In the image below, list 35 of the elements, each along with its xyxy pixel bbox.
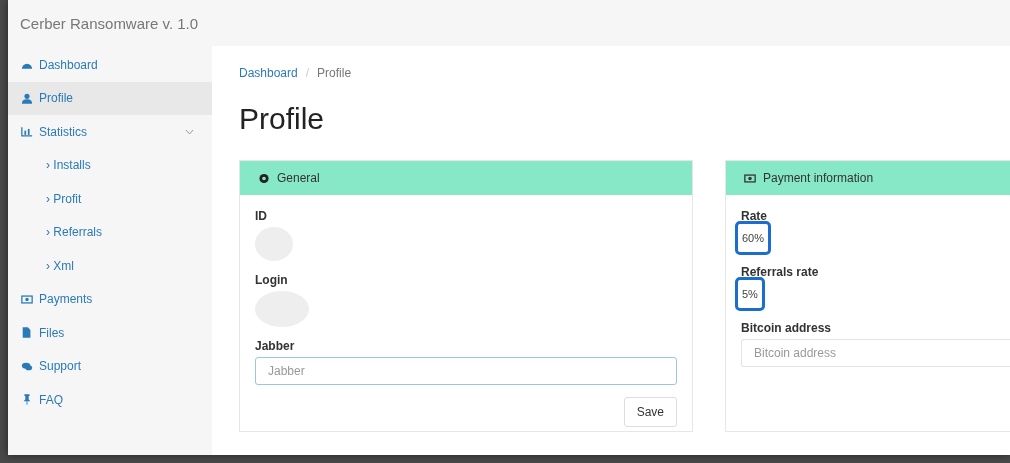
sidebar-subitem[interactable]: › Profit (8, 182, 212, 216)
app-title: Cerber Ransomware v. 1.0 (20, 14, 199, 32)
field-value: 5% (735, 277, 765, 311)
field-label: Login (255, 273, 289, 287)
sidebar-subitem[interactable]: › Referrals (8, 215, 212, 249)
card-title: General (277, 171, 320, 185)
breadcrumb-link[interactable]: Dashboard (239, 66, 298, 80)
input-field[interactable]: Jabber (255, 357, 677, 385)
sidebar-subitem[interactable]: › Installs (8, 148, 212, 182)
sidebar-item[interactable]: Support (8, 349, 212, 383)
save-button[interactable]: Save (623, 397, 677, 427)
input-field[interactable]: Bitcoin address (741, 339, 1010, 367)
chat-icon (21, 360, 33, 372)
breadcrumb-separator: / (305, 66, 310, 80)
field-label: Bitcoin address (741, 321, 833, 335)
money-icon (21, 293, 33, 305)
sidebar-item[interactable]: Profile (8, 81, 212, 115)
field-label: Referrals rate (741, 265, 820, 279)
money-icon (744, 172, 756, 184)
sidebar-item[interactable]: Dashboard (8, 48, 212, 82)
chart-icon (21, 126, 33, 138)
sidebar-item[interactable]: Files (8, 316, 212, 350)
field-label: Jabber (255, 339, 296, 353)
user-icon (21, 92, 33, 104)
field-label: Rate (741, 209, 768, 223)
field-label: ID (255, 209, 268, 223)
files-icon (21, 327, 33, 339)
card-title: Payment information (763, 171, 874, 185)
sidebar-item[interactable]: Statistics (8, 115, 212, 149)
sidebar-item[interactable]: Payments (8, 282, 212, 316)
field-value: 60% (735, 221, 772, 255)
breadcrumb-current: Profile (317, 66, 352, 80)
page-title: Profile (239, 102, 326, 136)
sidebar-subitem[interactable]: › Xml (8, 249, 212, 283)
sidebar-item[interactable]: FAQ (8, 383, 212, 417)
